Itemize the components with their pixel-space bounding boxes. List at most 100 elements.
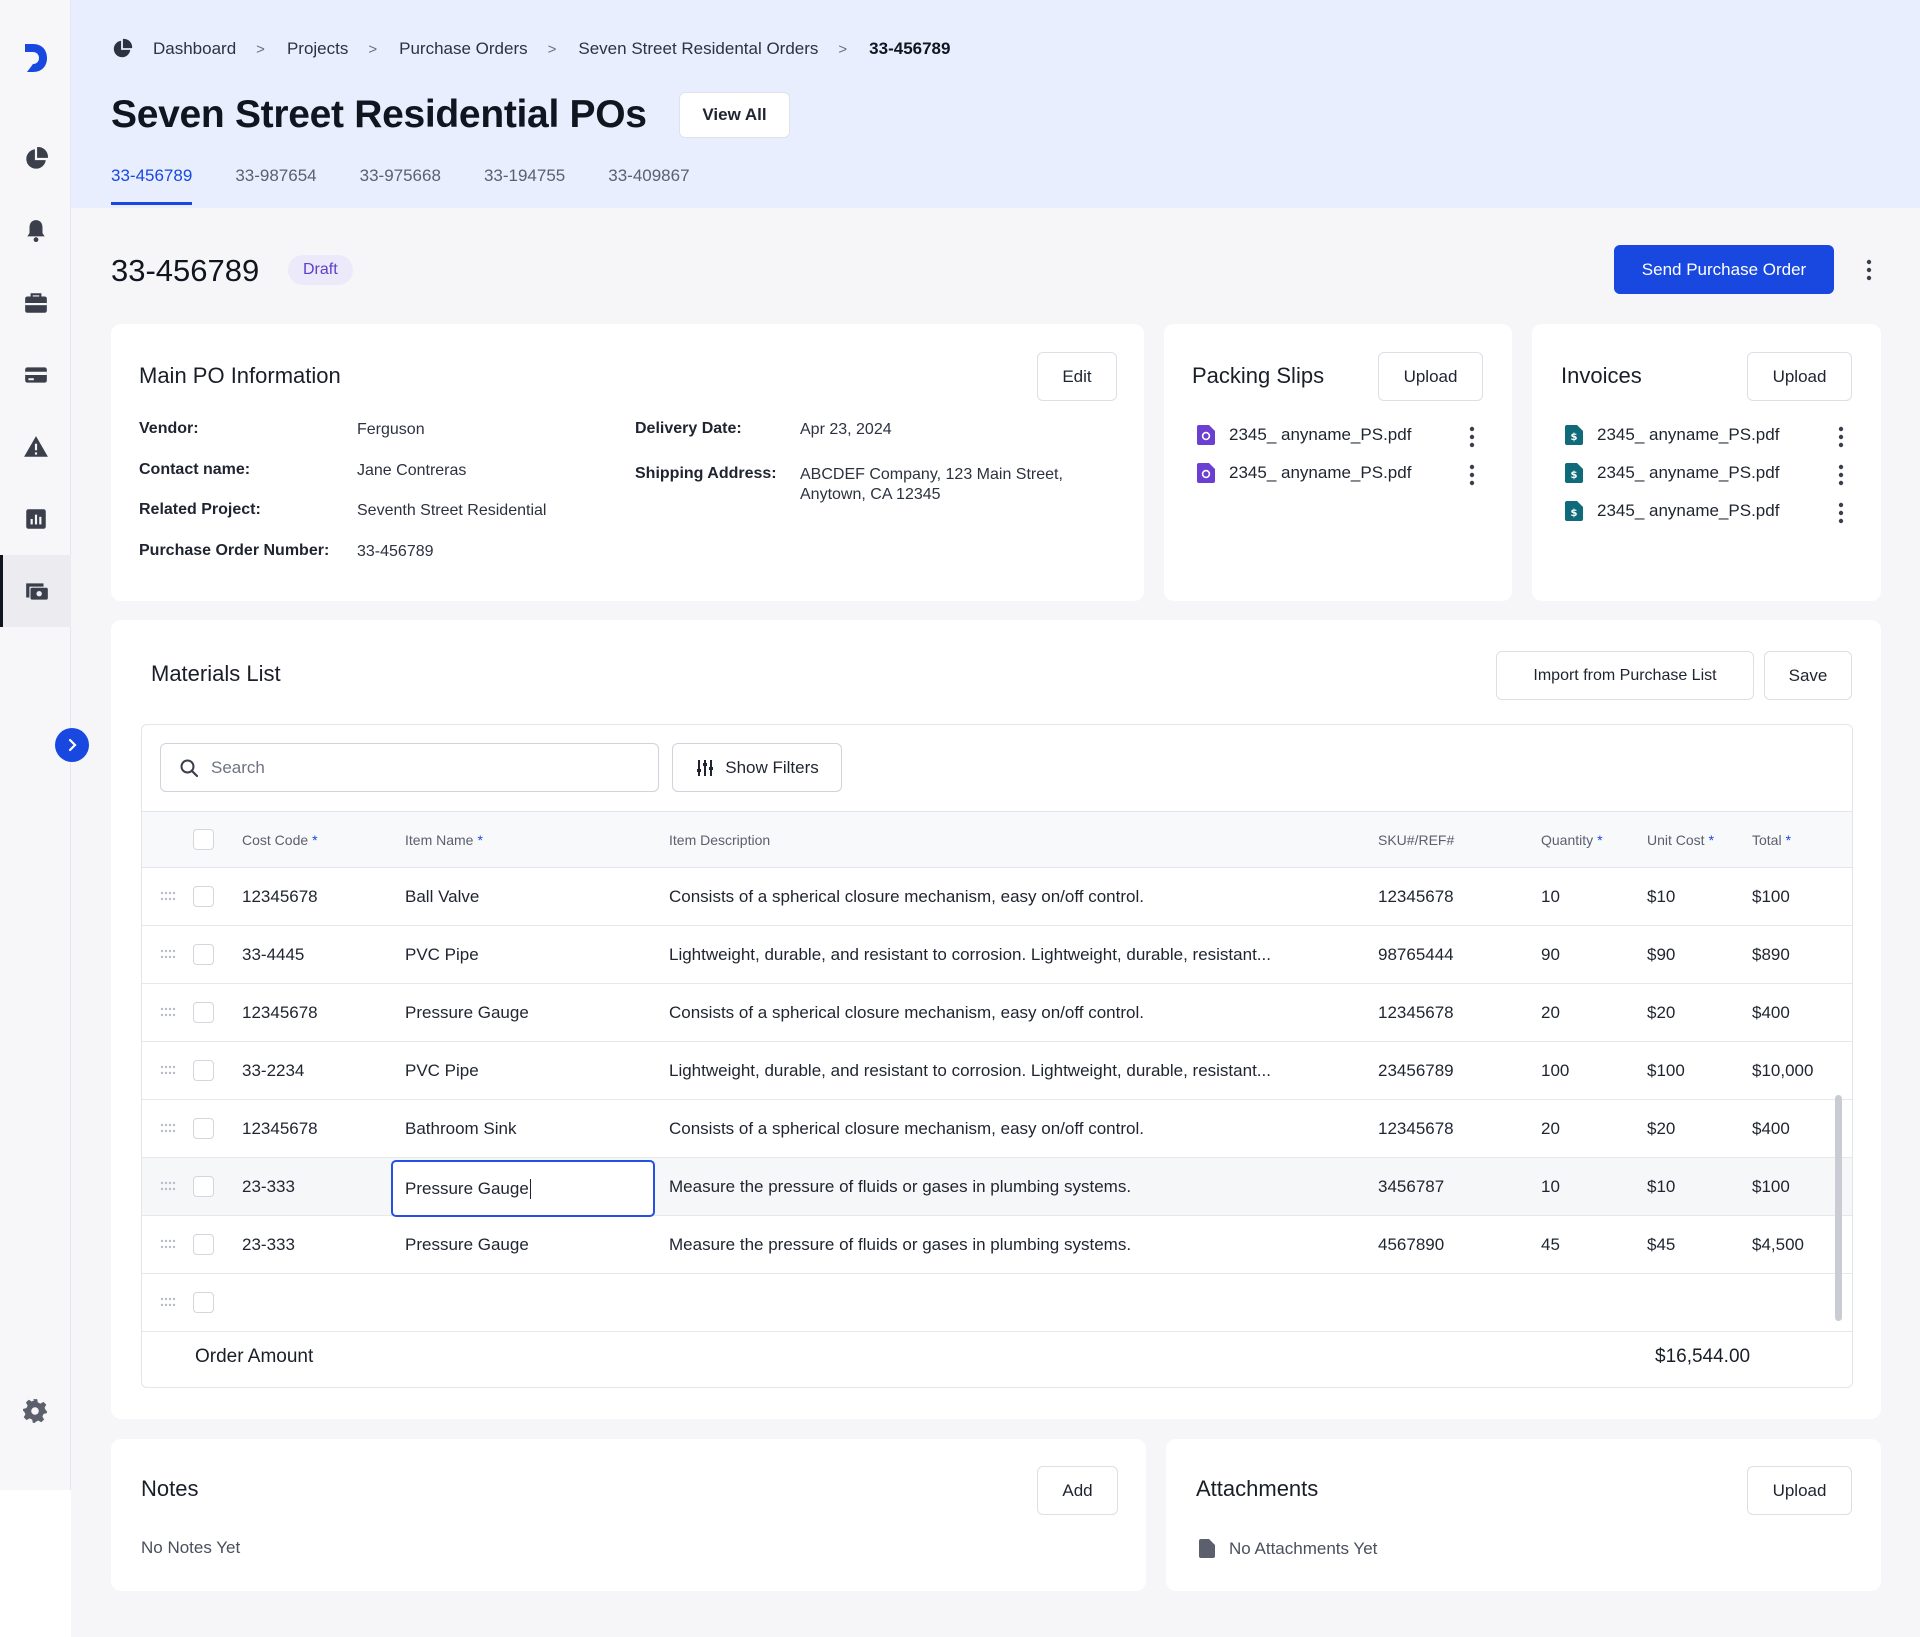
nav-payments[interactable]: [0, 339, 71, 411]
quantity-cell[interactable]: 10: [1541, 887, 1560, 907]
sku-cell[interactable]: 12345678: [1378, 1003, 1454, 1023]
drag-handle-icon[interactable]: [160, 1007, 176, 1017]
sku-cell[interactable]: 4567890: [1378, 1235, 1444, 1255]
item-name-cell[interactable]: Bathroom Sink: [405, 1119, 517, 1139]
quantity-cell[interactable]: 100: [1541, 1061, 1569, 1081]
import-from-purchase-list-button[interactable]: Import from Purchase List: [1496, 651, 1754, 700]
quantity-cell[interactable]: 90: [1541, 945, 1560, 965]
nav-dashboard[interactable]: [0, 123, 71, 195]
add-note-button[interactable]: Add: [1037, 1466, 1118, 1515]
table-row-empty[interactable]: [142, 1274, 1852, 1332]
packing-slips-upload-button[interactable]: Upload: [1378, 352, 1483, 401]
packing-slip-file[interactable]: 2345_ anyname_PS.pdf: [1197, 425, 1411, 445]
nav-notifications[interactable]: [0, 195, 71, 267]
sidebar-expand-button[interactable]: [55, 728, 89, 762]
drag-handle-icon[interactable]: [160, 891, 176, 901]
description-cell[interactable]: Lightweight, durable, and resistant to c…: [669, 945, 1271, 965]
drag-handle-icon[interactable]: [160, 1181, 176, 1191]
unit-cost-cell[interactable]: $100: [1647, 1061, 1685, 1081]
invoice-file[interactable]: $ 2345_ anyname_PS.pdf: [1565, 501, 1779, 521]
dashboard-icon[interactable]: [111, 38, 133, 60]
row-checkbox[interactable]: [193, 1060, 214, 1081]
row-checkbox[interactable]: [193, 1002, 214, 1023]
more-options-icon[interactable]: [1859, 258, 1879, 282]
row-checkbox[interactable]: [193, 1234, 214, 1255]
invoice-file[interactable]: $ 2345_ anyname_PS.pdf: [1565, 463, 1779, 483]
nav-projects[interactable]: [0, 267, 71, 339]
cost-code-cell[interactable]: 33-4445: [242, 945, 304, 965]
tab-po-3[interactable]: 33-975668: [360, 166, 441, 205]
unit-cost-cell[interactable]: $20: [1647, 1119, 1675, 1139]
packing-slip-file[interactable]: 2345_ anyname_PS.pdf: [1197, 463, 1411, 483]
column-sku[interactable]: SKU#/REF#: [1378, 832, 1454, 848]
column-total[interactable]: Total *: [1752, 832, 1791, 848]
edit-button[interactable]: Edit: [1037, 352, 1117, 401]
view-all-button[interactable]: View All: [679, 92, 790, 138]
item-name-cell[interactable]: Pressure Gauge: [405, 1235, 529, 1255]
sku-cell[interactable]: 12345678: [1378, 1119, 1454, 1139]
description-cell[interactable]: Consists of a spherical closure mechanis…: [669, 1003, 1144, 1023]
nav-alerts[interactable]: [0, 411, 71, 483]
drag-handle-icon[interactable]: [160, 949, 176, 959]
item-name-cell[interactable]: PVC Pipe: [405, 945, 479, 965]
cost-code-cell[interactable]: 23-333: [242, 1177, 295, 1197]
tab-po-1[interactable]: 33-456789: [111, 166, 193, 205]
quantity-cell[interactable]: 10: [1541, 1177, 1560, 1197]
description-cell[interactable]: Consists of a spherical closure mechanis…: [669, 1119, 1144, 1139]
drag-handle-icon[interactable]: [160, 1065, 176, 1075]
table-row[interactable]: 33-2234 PVC Pipe Lightweight, durable, a…: [142, 1042, 1852, 1100]
unit-cost-cell[interactable]: $10: [1647, 1177, 1675, 1197]
description-cell[interactable]: Consists of a spherical closure mechanis…: [669, 887, 1144, 907]
row-checkbox[interactable]: [193, 886, 214, 907]
cost-code-cell[interactable]: 12345678: [242, 887, 318, 907]
sku-cell[interactable]: 3456787: [1378, 1177, 1444, 1197]
item-name-cell[interactable]: Ball Valve: [405, 887, 479, 907]
unit-cost-cell[interactable]: $45: [1647, 1235, 1675, 1255]
unit-cost-cell[interactable]: $10: [1647, 887, 1675, 907]
invoice-file[interactable]: $ 2345_ anyname_PS.pdf: [1565, 425, 1779, 445]
select-all-checkbox[interactable]: [193, 829, 214, 850]
unit-cost-cell[interactable]: $90: [1647, 945, 1675, 965]
more-options-icon[interactable]: [1831, 463, 1851, 487]
cost-code-cell[interactable]: 23-333: [242, 1235, 295, 1255]
tab-po-5[interactable]: 33-409867: [608, 166, 689, 205]
cost-code-cell[interactable]: 12345678: [242, 1003, 318, 1023]
cost-code-cell[interactable]: 33-2234: [242, 1061, 304, 1081]
column-item-name[interactable]: Item Name *: [405, 832, 483, 848]
row-checkbox[interactable]: [193, 944, 214, 965]
row-checkbox[interactable]: [193, 1118, 214, 1139]
tab-po-4[interactable]: 33-194755: [484, 166, 565, 205]
table-row[interactable]: 12345678 Bathroom Sink Consists of a sph…: [142, 1100, 1852, 1158]
item-name-input[interactable]: Pressure Gauge: [391, 1160, 655, 1217]
item-name-cell[interactable]: Pressure Gauge: [405, 1003, 529, 1023]
table-row-editing[interactable]: 23-333 Pressure Gauge Measure the pressu…: [142, 1158, 1852, 1217]
breadcrumb-purchase-orders[interactable]: Purchase Orders: [399, 39, 528, 59]
column-cost-code[interactable]: Cost Code *: [242, 832, 318, 848]
nav-reports[interactable]: [0, 483, 71, 555]
send-purchase-order-button[interactable]: Send Purchase Order: [1614, 245, 1834, 294]
cost-code-cell[interactable]: 12345678: [242, 1119, 318, 1139]
column-item-description[interactable]: Item Description: [669, 832, 770, 848]
quantity-cell[interactable]: 45: [1541, 1235, 1560, 1255]
more-options-icon[interactable]: [1831, 425, 1851, 449]
quantity-cell[interactable]: 20: [1541, 1003, 1560, 1023]
settings-icon[interactable]: [22, 1398, 48, 1424]
invoices-upload-button[interactable]: Upload: [1747, 352, 1852, 401]
column-unit-cost[interactable]: Unit Cost *: [1647, 832, 1714, 848]
description-cell[interactable]: Lightweight, durable, and resistant to c…: [669, 1061, 1271, 1081]
breadcrumb-projects[interactable]: Projects: [287, 39, 348, 59]
item-name-cell[interactable]: PVC Pipe: [405, 1061, 479, 1081]
row-checkbox[interactable]: [193, 1176, 214, 1197]
unit-cost-cell[interactable]: $20: [1647, 1003, 1675, 1023]
logo-icon[interactable]: [21, 42, 49, 74]
more-options-icon[interactable]: [1831, 501, 1851, 525]
search-input[interactable]: Search: [160, 743, 659, 792]
column-quantity[interactable]: Quantity *: [1541, 832, 1603, 848]
nav-purchase-orders[interactable]: [0, 555, 71, 627]
quantity-cell[interactable]: 20: [1541, 1119, 1560, 1139]
breadcrumb-project-orders[interactable]: Seven Street Residental Orders: [578, 39, 818, 59]
more-options-icon[interactable]: [1462, 425, 1482, 449]
table-row[interactable]: 12345678 Pressure Gauge Consists of a sp…: [142, 984, 1852, 1042]
table-row[interactable]: 12345678 Ball Valve Consists of a spheri…: [142, 868, 1852, 926]
tab-po-2[interactable]: 33-987654: [235, 166, 316, 205]
